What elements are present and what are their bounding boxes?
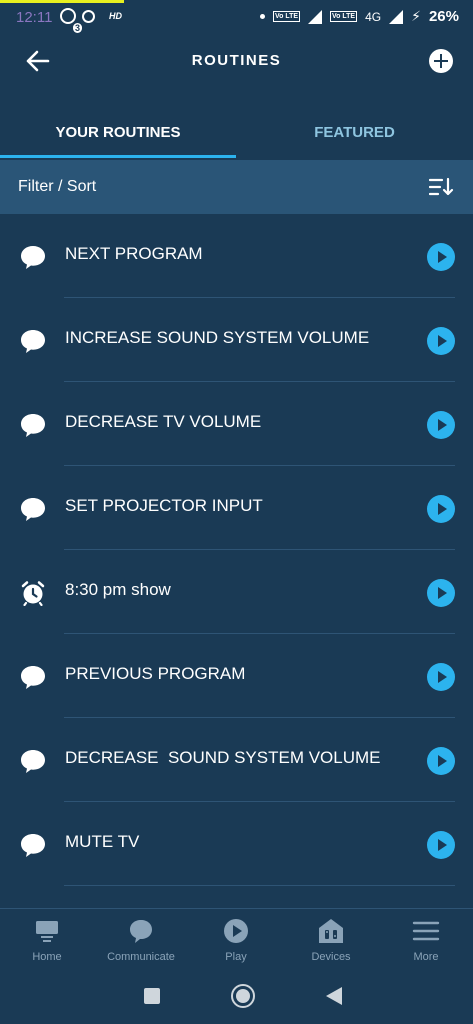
add-routine-button[interactable]: [429, 49, 453, 73]
speech-bubble-icon: [21, 414, 45, 437]
bottom-navigation: Home Communicate Play Devices More: [0, 908, 473, 972]
menu-icon: [412, 921, 440, 941]
routine-label: PREVIOUS PROGRAM: [65, 664, 246, 683]
play-routine-button[interactable]: [427, 663, 455, 691]
speech-bubble-icon: [21, 498, 45, 521]
routine-label: 8:30 pm show: [65, 580, 171, 599]
routine-row[interactable]: NEXT PROGRAM: [0, 214, 473, 298]
nav-communicate-label: Communicate: [107, 951, 175, 963]
routine-row[interactable]: PREVIOUS PROGRAM: [0, 634, 473, 718]
nav-home[interactable]: Home: [0, 917, 94, 973]
volte-icon: Vo LTE: [272, 11, 301, 22]
status-bar: 12:11 3 HD Vo LTE Vo LTE 4G ⚡ 26%: [0, 0, 473, 36]
routine-row[interactable]: INCREASE SOUND SYSTEM VOLUME: [0, 298, 473, 382]
routine-label: SET PROJECTOR INPUT: [65, 496, 263, 515]
routine-label: INCREASE SOUND SYSTEM VOLUME: [65, 328, 370, 347]
system-navigation-bar: [0, 972, 473, 1024]
recent-apps-icon[interactable]: [144, 988, 160, 1004]
home-icon: [36, 921, 58, 942]
communicate-icon: [130, 920, 152, 943]
routine-row[interactable]: MUTE TV: [0, 802, 473, 886]
play-routine-button[interactable]: [427, 243, 455, 271]
home-button-icon[interactable]: [231, 984, 255, 1008]
filter-sort-bar[interactable]: Filter / Sort: [0, 160, 473, 214]
filter-sort-label[interactable]: Filter / Sort: [18, 178, 96, 196]
play-routine-button[interactable]: [427, 831, 455, 859]
sort-icon[interactable]: [429, 177, 455, 197]
speech-bubble-icon: [21, 666, 45, 689]
hd-indicator: HD: [109, 11, 122, 21]
nav-communicate[interactable]: Communicate: [94, 917, 188, 973]
network-type: 4G: [365, 9, 382, 24]
routine-label: DECREASE TV VOLUME: [65, 412, 262, 431]
tab-featured[interactable]: FEATURED: [236, 104, 473, 160]
charging-icon: ⚡: [411, 8, 421, 24]
nav-home-label: Home: [32, 951, 62, 963]
volte-icon-2: Vo LTE: [330, 11, 358, 22]
page-title: ROUTINES: [191, 52, 282, 69]
back-triangle-icon[interactable]: [326, 987, 342, 1005]
play-routine-button[interactable]: [427, 411, 455, 439]
tab-bar: YOUR ROUTINES FEATURED: [0, 104, 473, 160]
routine-row[interactable]: DECREASE SOUND SYSTEM VOLUME: [0, 718, 473, 802]
status-time: 12:11: [16, 9, 53, 26]
play-routine-button[interactable]: [427, 327, 455, 355]
routine-label: NEXT PROGRAM: [65, 244, 203, 263]
nav-devices-label: Devices: [311, 951, 351, 963]
nav-more-label: More: [413, 951, 439, 963]
nav-play[interactable]: Play: [189, 917, 283, 973]
play-routine-button[interactable]: [427, 579, 455, 607]
play-icon: [224, 919, 248, 943]
signal-icon: [308, 9, 323, 24]
play-routine-button[interactable]: [427, 747, 455, 775]
play-routine-button[interactable]: [427, 495, 455, 523]
alarm-clock-icon: [21, 581, 45, 606]
devices-icon: [319, 919, 343, 943]
nav-play-label: Play: [225, 951, 247, 963]
chat-notification-icon: [82, 9, 95, 23]
routine-label: DECREASE SOUND SYSTEM VOLUME: [65, 748, 381, 767]
routine-row[interactable]: DECREASE TV VOLUME: [0, 382, 473, 466]
speech-bubble-icon: [21, 750, 45, 773]
signal-icon-2: [389, 9, 404, 24]
whatsapp-icon: 3: [60, 8, 83, 33]
routine-label: MUTE TV: [65, 832, 140, 851]
progress-strip: [0, 0, 124, 3]
notification-icons: 3 HD: [60, 8, 122, 33]
app-bar: ROUTINES: [0, 36, 473, 86]
tab-your-routines[interactable]: YOUR ROUTINES: [0, 104, 236, 160]
active-tab-indicator: [0, 155, 236, 158]
nav-more[interactable]: More: [379, 917, 473, 973]
speech-bubble-icon: [21, 246, 45, 269]
routine-row[interactable]: SET PROJECTOR INPUT: [0, 466, 473, 550]
nav-devices[interactable]: Devices: [284, 917, 378, 973]
battery-percent: 26%: [428, 8, 459, 25]
speech-bubble-icon: [21, 834, 45, 857]
routine-list: NEXT PROGRAM INCREASE SOUND SYSTEM VOLUM…: [0, 214, 473, 886]
system-indicators: Vo LTE Vo LTE 4G ⚡ 26%: [259, 8, 459, 25]
routine-row[interactable]: 8:30 pm show: [0, 550, 473, 634]
speech-bubble-icon: [21, 330, 45, 353]
notification-count: 3: [73, 23, 83, 33]
dot-indicator: [259, 14, 265, 19]
